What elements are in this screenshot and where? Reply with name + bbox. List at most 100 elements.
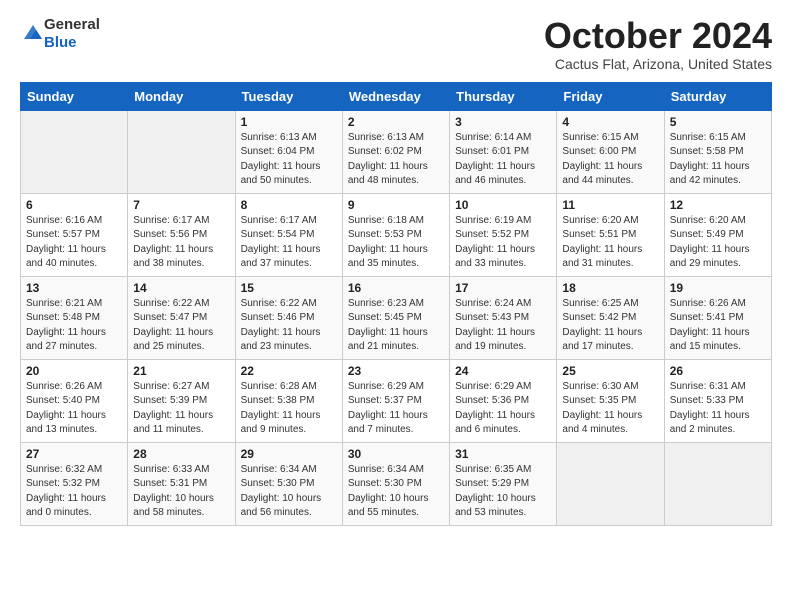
day-info: Sunrise: 6:21 AMSunset: 5:48 PMDaylight:… xyxy=(26,297,122,355)
header: General Blue October 2024 Cactus Flat, A… xyxy=(20,16,772,72)
day-info: Sunrise: 6:13 AMSunset: 6:04 PMDaylight:… xyxy=(241,131,337,189)
calendar-cell: 14Sunrise: 6:22 AMSunset: 5:47 PMDayligh… xyxy=(128,276,235,359)
calendar-cell: 26 Sunrise: 6:31 AMSunset: 5:33 PMDayligh… xyxy=(664,359,771,442)
calendar-cell: 2 Sunrise: 6:13 AMSunset: 6:02 PMDaylight… xyxy=(342,110,449,193)
calendar-cell: 11 Sunrise: 6:20 AMSunset: 5:51 PMDayligh… xyxy=(557,193,664,276)
day-number: 30 xyxy=(348,447,444,461)
calendar-header-saturday: Saturday xyxy=(664,82,771,110)
calendar-cell: 6 Sunrise: 6:16 AMSunset: 5:57 PMDaylight… xyxy=(21,193,128,276)
calendar-week-5: 27Sunrise: 6:32 AMSunset: 5:32 PMDayligh… xyxy=(21,442,772,525)
day-info: Sunrise: 6:34 AMSunset: 5:30 PMDaylight:… xyxy=(241,463,337,521)
calendar-cell: 9 Sunrise: 6:18 AMSunset: 5:53 PMDaylight… xyxy=(342,193,449,276)
day-info: Sunrise: 6:14 AMSunset: 6:01 PMDaylight:… xyxy=(455,131,551,189)
calendar-cell: 5 Sunrise: 6:15 AMSunset: 5:58 PMDaylight… xyxy=(664,110,771,193)
day-info: Sunrise: 6:29 AMSunset: 5:36 PMDaylight:… xyxy=(455,380,551,438)
calendar-cell: 1 Sunrise: 6:13 AMSunset: 6:04 PMDaylight… xyxy=(235,110,342,193)
day-info: Sunrise: 6:26 AMSunset: 5:41 PMDaylight:… xyxy=(670,297,766,355)
day-info: Sunrise: 6:28 AMSunset: 5:38 PMDaylight:… xyxy=(241,380,337,438)
day-info: Sunrise: 6:16 AMSunset: 5:57 PMDaylight:… xyxy=(26,214,122,272)
day-number: 28 xyxy=(133,447,229,461)
day-number: 17 xyxy=(455,281,551,295)
day-number: 26 xyxy=(670,364,766,378)
day-info: Sunrise: 6:22 AMSunset: 5:46 PMDaylight:… xyxy=(241,297,337,355)
calendar-cell: 19 Sunrise: 6:26 AMSunset: 5:41 PMDayligh… xyxy=(664,276,771,359)
logo-blue: Blue xyxy=(44,34,77,51)
day-number: 11 xyxy=(562,198,658,212)
calendar-cell: 20 Sunrise: 6:26 AMSunset: 5:40 PMDayligh… xyxy=(21,359,128,442)
day-info: Sunrise: 6:20 AMSunset: 5:49 PMDaylight:… xyxy=(670,214,766,272)
calendar-week-2: 6 Sunrise: 6:16 AMSunset: 5:57 PMDaylight… xyxy=(21,193,772,276)
calendar-cell xyxy=(664,442,771,525)
month-title: October 2024 xyxy=(544,16,772,56)
day-info: Sunrise: 6:17 AMSunset: 5:54 PMDaylight:… xyxy=(241,214,337,272)
calendar-cell: 17Sunrise: 6:24 AMSunset: 5:43 PMDayligh… xyxy=(450,276,557,359)
day-number: 31 xyxy=(455,447,551,461)
day-info: Sunrise: 6:34 AMSunset: 5:30 PMDaylight:… xyxy=(348,463,444,521)
day-info: Sunrise: 6:29 AMSunset: 5:37 PMDaylight:… xyxy=(348,380,444,438)
calendar-cell: 3 Sunrise: 6:14 AMSunset: 6:01 PMDaylight… xyxy=(450,110,557,193)
calendar-header-sunday: Sunday xyxy=(21,82,128,110)
calendar-header-tuesday: Tuesday xyxy=(235,82,342,110)
day-number: 15 xyxy=(241,281,337,295)
day-info: Sunrise: 6:22 AMSunset: 5:47 PMDaylight:… xyxy=(133,297,229,355)
calendar-cell: 18Sunrise: 6:25 AMSunset: 5:42 PMDayligh… xyxy=(557,276,664,359)
day-info: Sunrise: 6:27 AMSunset: 5:39 PMDaylight:… xyxy=(133,380,229,438)
day-number: 5 xyxy=(670,115,766,129)
calendar-week-4: 20 Sunrise: 6:26 AMSunset: 5:40 PMDayligh… xyxy=(21,359,772,442)
calendar-cell: 28 Sunrise: 6:33 AMSunset: 5:31 PMDayligh… xyxy=(128,442,235,525)
day-number: 29 xyxy=(241,447,337,461)
day-number: 13 xyxy=(26,281,122,295)
calendar-cell: 16Sunrise: 6:23 AMSunset: 5:45 PMDayligh… xyxy=(342,276,449,359)
day-number: 6 xyxy=(26,198,122,212)
calendar-cell: 31 Sunrise: 6:35 AMSunset: 5:29 PMDayligh… xyxy=(450,442,557,525)
calendar-cell: 22 Sunrise: 6:28 AMSunset: 5:38 PMDayligh… xyxy=(235,359,342,442)
calendar-cell: 21 Sunrise: 6:27 AMSunset: 5:39 PMDayligh… xyxy=(128,359,235,442)
day-number: 21 xyxy=(133,364,229,378)
location: Cactus Flat, Arizona, United States xyxy=(544,56,772,72)
calendar-week-1: 1 Sunrise: 6:13 AMSunset: 6:04 PMDaylight… xyxy=(21,110,772,193)
day-info: Sunrise: 6:20 AMSunset: 5:51 PMDaylight:… xyxy=(562,214,658,272)
calendar-cell xyxy=(128,110,235,193)
day-number: 20 xyxy=(26,364,122,378)
day-info: Sunrise: 6:13 AMSunset: 6:02 PMDaylight:… xyxy=(348,131,444,189)
calendar-cell: 25Sunrise: 6:30 AMSunset: 5:35 PMDayligh… xyxy=(557,359,664,442)
calendar-header-wednesday: Wednesday xyxy=(342,82,449,110)
day-number: 3 xyxy=(455,115,551,129)
calendar-header-row: SundayMondayTuesdayWednesdayThursdayFrid… xyxy=(21,82,772,110)
day-number: 12 xyxy=(670,198,766,212)
calendar-header-thursday: Thursday xyxy=(450,82,557,110)
day-info: Sunrise: 6:31 AMSunset: 5:33 PMDaylight:… xyxy=(670,380,766,438)
day-info: Sunrise: 6:35 AMSunset: 5:29 PMDaylight:… xyxy=(455,463,551,521)
logo-text: General Blue xyxy=(44,16,100,52)
page: General Blue October 2024 Cactus Flat, A… xyxy=(0,0,792,546)
day-number: 10 xyxy=(455,198,551,212)
day-number: 22 xyxy=(241,364,337,378)
calendar-cell: 4Sunrise: 6:15 AMSunset: 6:00 PMDaylight… xyxy=(557,110,664,193)
day-info: Sunrise: 6:15 AMSunset: 6:00 PMDaylight:… xyxy=(562,131,658,189)
day-info: Sunrise: 6:26 AMSunset: 5:40 PMDaylight:… xyxy=(26,380,122,438)
logo: General Blue xyxy=(20,16,100,52)
calendar-cell: 15 Sunrise: 6:22 AMSunset: 5:46 PMDayligh… xyxy=(235,276,342,359)
title-block: October 2024 Cactus Flat, Arizona, Unite… xyxy=(544,16,772,72)
calendar-table: SundayMondayTuesdayWednesdayThursdayFrid… xyxy=(20,82,772,526)
day-info: Sunrise: 6:18 AMSunset: 5:53 PMDaylight:… xyxy=(348,214,444,272)
day-number: 19 xyxy=(670,281,766,295)
calendar-week-3: 13 Sunrise: 6:21 AMSunset: 5:48 PMDayligh… xyxy=(21,276,772,359)
calendar-cell: 13 Sunrise: 6:21 AMSunset: 5:48 PMDayligh… xyxy=(21,276,128,359)
day-number: 2 xyxy=(348,115,444,129)
day-info: Sunrise: 6:32 AMSunset: 5:32 PMDaylight:… xyxy=(26,463,122,521)
day-info: Sunrise: 6:15 AMSunset: 5:58 PMDaylight:… xyxy=(670,131,766,189)
day-number: 9 xyxy=(348,198,444,212)
day-number: 8 xyxy=(241,198,337,212)
day-number: 24 xyxy=(455,364,551,378)
calendar-cell: 29 Sunrise: 6:34 AMSunset: 5:30 PMDayligh… xyxy=(235,442,342,525)
calendar-cell: 10Sunrise: 6:19 AMSunset: 5:52 PMDayligh… xyxy=(450,193,557,276)
day-number: 1 xyxy=(241,115,337,129)
calendar-cell: 8 Sunrise: 6:17 AMSunset: 5:54 PMDaylight… xyxy=(235,193,342,276)
day-info: Sunrise: 6:25 AMSunset: 5:42 PMDaylight:… xyxy=(562,297,658,355)
calendar-cell: 30 Sunrise: 6:34 AMSunset: 5:30 PMDayligh… xyxy=(342,442,449,525)
calendar-cell xyxy=(557,442,664,525)
day-info: Sunrise: 6:33 AMSunset: 5:31 PMDaylight:… xyxy=(133,463,229,521)
day-number: 25 xyxy=(562,364,658,378)
day-number: 16 xyxy=(348,281,444,295)
